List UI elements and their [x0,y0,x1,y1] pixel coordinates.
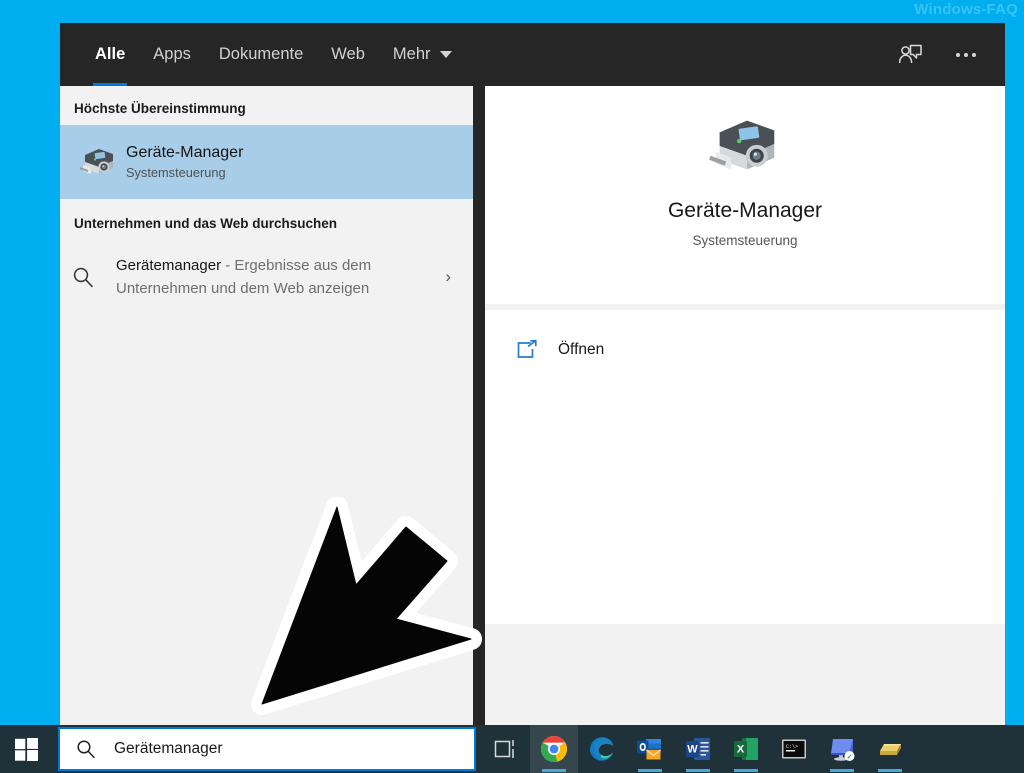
taskbar-gold-bar[interactable] [866,725,914,773]
best-match-text: Geräte-Manager Systemsteuerung [126,142,243,183]
search-preview-right: Geräte-Manager Systemsteuerung Öffnen [485,86,1005,725]
tab-dokumente[interactable]: Dokumente [205,23,317,86]
taskbar-cmd[interactable]: C:\> [770,725,818,773]
tab-apps-label: Apps [153,45,191,63]
tab-dokumente-label: Dokumente [218,45,304,63]
web-search-header: Unternehmen und das Web durchsuchen [74,216,338,231]
search-header-actions [889,23,987,86]
taskbar-remote-desktop[interactable]: ✓ [818,725,866,773]
device-manager-icon [704,110,786,187]
taskbar-chrome[interactable] [530,725,578,773]
search-panel: Alle Apps Dokumente Web Mehr Höchste Übe… [60,23,1005,725]
taskbar: Gerätemanager W X C:\> ✓ [0,725,1024,773]
tab-web-label: Web [331,45,365,63]
tab-apps[interactable]: Apps [139,23,205,86]
web-result-query: Gerätemanager [116,256,222,274]
svg-text:✓: ✓ [846,754,852,761]
device-manager-icon [70,144,126,180]
search-icon [72,266,116,288]
open-external-icon [516,340,558,360]
tab-alle[interactable]: Alle [81,23,139,86]
preview-card: Geräte-Manager Systemsteuerung [485,86,1005,304]
taskbar-outlook[interactable] [626,725,674,773]
taskbar-excel[interactable]: X [722,725,770,773]
taskbar-search-input[interactable]: Gerätemanager [58,727,476,771]
tab-mehr-label: Mehr [392,45,431,63]
chevron-right-icon[interactable]: › [445,267,451,287]
action-open[interactable]: Öffnen [485,333,1005,367]
tab-mehr[interactable]: Mehr [379,23,466,86]
search-results-left: Höchste Übereinstimmung Geräte-Manager S… [60,86,473,725]
ellipsis-icon[interactable] [945,34,987,76]
svg-text:W: W [687,744,698,756]
search-icon [76,739,96,759]
svg-text:C:\>: C:\> [786,744,798,750]
web-result-row[interactable]: Gerätemanager - Ergebnisse aus dem Unter… [60,240,473,314]
desktop: Windows-FAQ Alle Apps Dokumente Web Mehr [0,0,1024,773]
preview-subtitle: Systemsteuerung [692,233,798,248]
best-match-subtitle: Systemsteuerung [126,165,226,181]
search-results-area: Höchste Übereinstimmung Geräte-Manager S… [60,86,1005,725]
taskbar-word[interactable]: W [674,725,722,773]
taskbar-icons: W X C:\> ✓ [482,725,914,773]
person-feedback-icon[interactable] [889,34,931,76]
tab-web[interactable]: Web [317,23,379,86]
best-match-title: Geräte-Manager [126,143,244,161]
taskbar-edge[interactable] [578,725,626,773]
best-match-header: Höchste Übereinstimmung [74,101,246,116]
task-view-icon[interactable] [482,725,530,773]
actions-card: Öffnen [485,310,1005,624]
tab-alle-label: Alle [95,45,126,63]
taskbar-search-value: Gerätemanager [114,740,223,757]
svg-text:X: X [737,744,745,756]
action-open-label: Öffnen [558,341,605,358]
search-tabbar: Alle Apps Dokumente Web Mehr [60,23,1005,86]
watermark: Windows-FAQ [914,1,1018,18]
web-result-text: Gerätemanager - Ergebnisse aus dem Unter… [116,254,406,301]
best-match-row[interactable]: Geräte-Manager Systemsteuerung [60,125,473,199]
chevron-down-icon [439,51,452,58]
preview-title: Geräte-Manager [667,199,823,222]
start-button[interactable] [0,725,52,773]
